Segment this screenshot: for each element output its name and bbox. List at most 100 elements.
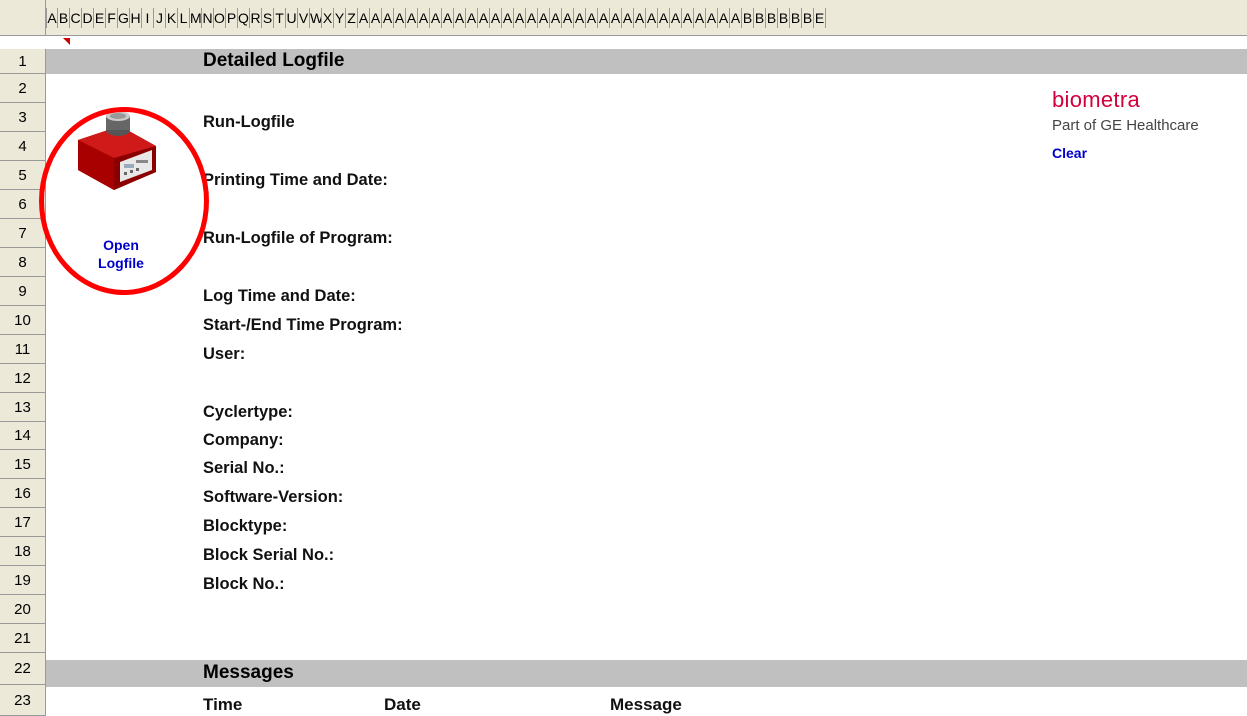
- column-header-cell[interactable]: K: [166, 8, 178, 28]
- column-header-cell[interactable]: B: [58, 8, 70, 28]
- column-header-cell[interactable]: A: [574, 8, 586, 28]
- column-header-cell[interactable]: L: [178, 8, 190, 28]
- column-header-cell[interactable]: Y: [334, 8, 346, 28]
- column-header-cell[interactable]: O: [214, 8, 226, 28]
- row-header-cell[interactable]: 19: [0, 566, 46, 595]
- column-header-cell[interactable]: A: [634, 8, 646, 28]
- column-header-cell[interactable]: U: [286, 8, 298, 28]
- row-header-cell[interactable]: 1: [0, 49, 46, 74]
- column-header-cell[interactable]: B: [766, 8, 778, 28]
- row-header-cell[interactable]: 15: [0, 450, 46, 479]
- column-header-cell[interactable]: D: [82, 8, 94, 28]
- column-header-cell[interactable]: A: [406, 8, 418, 28]
- row-header-cell[interactable]: 13: [0, 393, 46, 422]
- column-header-cell[interactable]: A: [526, 8, 538, 28]
- column-header-cell[interactable]: A: [682, 8, 694, 28]
- column-header-cell[interactable]: A: [706, 8, 718, 28]
- column-header-cell[interactable]: A: [502, 8, 514, 28]
- row-header-cell[interactable]: 23: [0, 685, 46, 716]
- row-header-cell[interactable]: 3: [0, 103, 46, 132]
- run-logfile-label: Run-Logfile: [203, 113, 295, 131]
- row-header-cell[interactable]: 22: [0, 653, 46, 685]
- column-header-cell[interactable]: A: [562, 8, 574, 28]
- column-header-cell[interactable]: A: [646, 8, 658, 28]
- column-header-cell[interactable]: B: [778, 8, 790, 28]
- column-header-cell[interactable]: S: [262, 8, 274, 28]
- column-header-cell[interactable]: A: [442, 8, 454, 28]
- company-label: Company:: [203, 431, 284, 449]
- column-header-cell[interactable]: B: [802, 8, 814, 28]
- column-header-cell[interactable]: A: [454, 8, 466, 28]
- column-header-cell[interactable]: B: [790, 8, 802, 28]
- row-header-cell[interactable]: 5: [0, 161, 46, 190]
- column-header-cell[interactable]: A: [658, 8, 670, 28]
- row-header-cell[interactable]: 2: [0, 74, 46, 103]
- messages-band: Messages: [46, 660, 1247, 687]
- thermocycler-device-icon[interactable]: [72, 112, 160, 194]
- row-header-cell[interactable]: 12: [0, 364, 46, 393]
- column-header-cell[interactable]: A: [670, 8, 682, 28]
- column-header-cell[interactable]: V: [298, 8, 310, 28]
- block-serial-label: Block Serial No.:: [203, 546, 335, 564]
- row-header-cell[interactable]: 7: [0, 219, 46, 248]
- open-logfile-link-line1[interactable]: Open: [88, 237, 154, 253]
- column-header-cell[interactable]: A: [550, 8, 562, 28]
- page-title: Detailed Logfile: [203, 50, 345, 71]
- column-header-cell[interactable]: A: [430, 8, 442, 28]
- column-header-cell[interactable]: C: [70, 8, 82, 28]
- column-header-cell[interactable]: A: [478, 8, 490, 28]
- column-header-cell[interactable]: A: [46, 8, 58, 28]
- column-header-cell[interactable]: J: [154, 8, 166, 28]
- row-header-cell[interactable]: 6: [0, 190, 46, 219]
- column-header-cell[interactable]: M: [190, 8, 202, 28]
- column-header-cell[interactable]: B: [754, 8, 766, 28]
- column-header-cell[interactable]: B: [742, 8, 754, 28]
- column-header-cell[interactable]: A: [586, 8, 598, 28]
- row-header-cell[interactable]: 14: [0, 422, 46, 450]
- column-header-cell[interactable]: A: [610, 8, 622, 28]
- column-header-cell[interactable]: A: [622, 8, 634, 28]
- column-header-cell[interactable]: R: [250, 8, 262, 28]
- column-header-cell[interactable]: N: [202, 8, 214, 28]
- column-header-cell[interactable]: A: [358, 8, 370, 28]
- column-header-cell[interactable]: A: [382, 8, 394, 28]
- column-header-cell[interactable]: I: [142, 8, 154, 28]
- column-header-cell[interactable]: E: [814, 8, 826, 28]
- column-header-cell[interactable]: A: [694, 8, 706, 28]
- row-header-cell[interactable]: 9: [0, 277, 46, 306]
- row-header-cell[interactable]: 10: [0, 306, 46, 335]
- column-header-cell[interactable]: F: [106, 8, 118, 28]
- column-header-cell[interactable]: A: [538, 8, 550, 28]
- open-logfile-link-line2[interactable]: Logfile: [88, 255, 154, 271]
- column-header-cell[interactable]: Z: [346, 8, 358, 28]
- row-header-cell[interactable]: 21: [0, 624, 46, 653]
- column-header-cell[interactable]: G: [118, 8, 130, 28]
- spreadsheet: ABCDEFGHIJKLMNOPQRSTUVWXYZAAAAAAAAAAAAAA…: [0, 0, 1247, 716]
- row-header-cell[interactable]: 18: [0, 537, 46, 566]
- column-header-cell[interactable]: A: [490, 8, 502, 28]
- column-header-cell[interactable]: X: [322, 8, 334, 28]
- row-header-cell[interactable]: 17: [0, 508, 46, 537]
- column-header-cell[interactable]: P: [226, 8, 238, 28]
- column-header-cell[interactable]: A: [394, 8, 406, 28]
- column-header-cell[interactable]: A: [466, 8, 478, 28]
- select-all-corner[interactable]: [0, 0, 46, 36]
- column-header-cell[interactable]: T: [274, 8, 286, 28]
- row-header-cell[interactable]: 8: [0, 248, 46, 277]
- column-header-cell[interactable]: H: [130, 8, 142, 28]
- row-header-cell[interactable]: 11: [0, 335, 46, 364]
- column-header-cell[interactable]: A: [370, 8, 382, 28]
- column-header-cell[interactable]: A: [598, 8, 610, 28]
- column-header-cell[interactable]: A: [718, 8, 730, 28]
- clear-link[interactable]: Clear: [1052, 145, 1087, 161]
- column-header-cell[interactable]: Q: [238, 8, 250, 28]
- row-header-cell[interactable]: 4: [0, 132, 46, 161]
- column-header-cell[interactable]: W: [310, 8, 322, 28]
- column-header-cell[interactable]: A: [730, 8, 742, 28]
- column-header-cell[interactable]: A: [514, 8, 526, 28]
- column-header-cell[interactable]: A: [418, 8, 430, 28]
- column-header-cell[interactable]: E: [94, 8, 106, 28]
- comment-indicator-icon: [63, 38, 70, 45]
- row-header-cell[interactable]: 16: [0, 479, 46, 508]
- row-header-cell[interactable]: 20: [0, 595, 46, 624]
